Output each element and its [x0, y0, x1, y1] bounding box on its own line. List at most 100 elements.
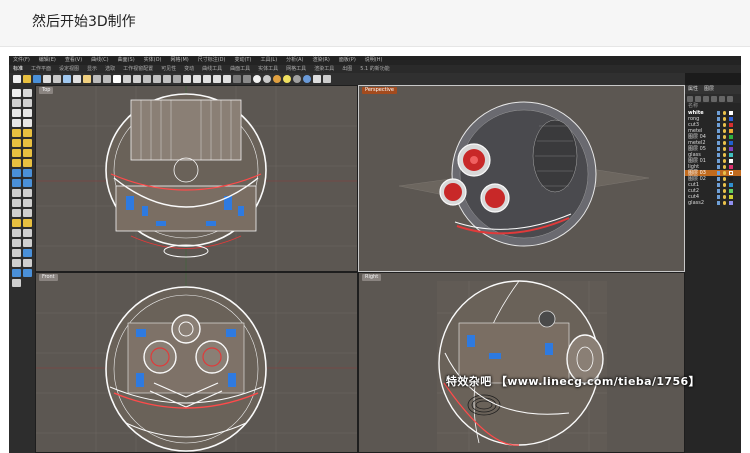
zoom-icon[interactable] [143, 75, 151, 83]
lock-icon[interactable] [717, 111, 720, 115]
tool-loft-icon[interactable] [12, 139, 21, 147]
layer-color-swatch[interactable] [729, 165, 733, 169]
tool-explode-icon[interactable] [23, 229, 32, 237]
wireframe-sphere-icon[interactable] [253, 75, 261, 83]
lightbulb-icon[interactable] [723, 177, 726, 181]
tool-ungroup-icon[interactable] [23, 239, 32, 247]
tab-new-in-v5[interactable]: 5.1 的新功能 [360, 65, 390, 73]
move-layer-up-icon[interactable] [711, 95, 717, 102]
tool-join-icon[interactable] [12, 229, 21, 237]
tool-solid-sphere-icon[interactable] [23, 159, 32, 167]
tool-boolean-diff-icon[interactable] [23, 169, 32, 177]
lock-icon[interactable] [223, 75, 231, 83]
tool-hatch-icon[interactable] [23, 259, 32, 267]
menu-item-tools[interactable]: 工具(L) [260, 56, 277, 65]
tool-drafting-icon[interactable] [23, 269, 32, 277]
tool-select-icon[interactable] [12, 89, 21, 97]
tool-mirror-icon[interactable] [12, 209, 21, 217]
lock-icon[interactable] [717, 183, 720, 187]
tool-rotate-icon[interactable] [12, 199, 21, 207]
menu-item-surface[interactable]: 曲面(S) [118, 56, 135, 65]
layer-color-swatch[interactable] [729, 153, 733, 157]
import-icon[interactable] [53, 75, 61, 83]
tab-viewport-layout[interactable]: 工作视窗配置 [123, 65, 153, 73]
tab-properties[interactable]: 属性 [688, 85, 698, 94]
layer-icon[interactable] [233, 75, 241, 83]
layer-color-swatch[interactable] [729, 147, 733, 151]
lock-icon[interactable] [717, 177, 720, 181]
viewport-right[interactable]: Right [358, 272, 685, 453]
tool-surface-icon[interactable] [12, 129, 21, 137]
menu-item-curve[interactable]: 曲线(C) [91, 56, 108, 65]
tool-arc-icon[interactable] [12, 119, 21, 127]
tool-chamfer-icon[interactable] [23, 179, 32, 187]
menu-item-edit[interactable]: 编辑(E) [39, 56, 56, 65]
lightbulb-icon[interactable] [723, 123, 726, 127]
lightbulb-icon[interactable] [723, 141, 726, 145]
lightbulb-icon[interactable] [723, 111, 726, 115]
tool-polyline-icon[interactable] [23, 99, 32, 107]
options-icon[interactable] [313, 75, 321, 83]
material-icon[interactable] [293, 75, 301, 83]
lightbulb-icon[interactable] [723, 135, 726, 139]
tool-options-icon[interactable] [12, 279, 21, 287]
layer-row[interactable]: glass2 [685, 200, 741, 206]
tool-rectangle-icon[interactable] [23, 119, 32, 127]
tool-split-icon[interactable] [23, 219, 32, 227]
tab-display[interactable]: 显示 [87, 65, 97, 73]
open-file-icon[interactable] [23, 75, 31, 83]
menu-item-solid[interactable]: 实体(O) [144, 56, 162, 65]
zoom-window-icon[interactable] [153, 75, 161, 83]
viewport-top-label[interactable]: Top [39, 87, 54, 94]
layer-color-swatch[interactable] [729, 117, 733, 121]
tab-set-view[interactable]: 设定视图 [59, 65, 79, 73]
tab-cplanes[interactable]: 工作平面 [31, 65, 51, 73]
tool-array-icon[interactable] [23, 209, 32, 217]
tool-circle-icon[interactable] [23, 109, 32, 117]
tool-curve-icon[interactable] [12, 109, 21, 117]
viewport-perspective-label[interactable]: Perspective [362, 87, 397, 94]
layer-color-swatch[interactable] [729, 189, 733, 193]
paste-icon[interactable] [83, 75, 91, 83]
lightbulb-icon[interactable] [723, 183, 726, 187]
tool-boolean-union-icon[interactable] [12, 169, 21, 177]
lock-icon[interactable] [717, 201, 720, 205]
viewport-front-label[interactable]: Front [39, 274, 58, 281]
tab-mesh-tools[interactable]: 网格工具 [286, 65, 306, 73]
tool-fillet-icon[interactable] [12, 179, 21, 187]
four-view-icon[interactable] [183, 75, 191, 83]
undo-icon[interactable] [93, 75, 101, 83]
viewport-right-label[interactable]: Right [362, 274, 382, 281]
pan-icon[interactable] [123, 75, 131, 83]
tool-patch-icon[interactable] [23, 149, 32, 157]
layer-color-swatch[interactable] [729, 177, 733, 181]
lock-icon[interactable] [717, 189, 720, 193]
layer-color-swatch[interactable] [729, 195, 733, 199]
viewport-perspective[interactable]: Perspective [358, 85, 685, 272]
properties-icon[interactable] [243, 75, 251, 83]
lock-icon[interactable] [717, 153, 720, 157]
render-icon[interactable] [303, 75, 311, 83]
layer-color-swatch[interactable] [729, 159, 733, 163]
tool-move-icon[interactable] [12, 189, 21, 197]
tab-visibility[interactable]: 可见性 [161, 65, 176, 73]
tab-render-tools[interactable]: 渲染工具 [314, 65, 334, 73]
menu-item-view[interactable]: 查看(V) [65, 56, 82, 65]
tool-render-icon[interactable] [12, 269, 21, 277]
new-file-icon[interactable] [13, 75, 21, 83]
tab-surface-tools[interactable]: 曲面工具 [230, 65, 250, 73]
tool-trim-icon[interactable] [12, 219, 21, 227]
lightbulb-icon[interactable] [723, 171, 726, 175]
lightbulb-icon[interactable] [723, 195, 726, 199]
new-layer-icon[interactable] [687, 95, 693, 102]
tool-revolve-icon[interactable] [23, 139, 32, 147]
new-sublayer-icon[interactable] [695, 95, 701, 102]
tool-scale-icon[interactable] [23, 199, 32, 207]
tool-copy-icon[interactable] [23, 189, 32, 197]
menu-item-file[interactable]: 文件(F) [13, 56, 30, 65]
tab-select[interactable]: 选取 [105, 65, 115, 73]
zoom-extents-icon[interactable] [163, 75, 171, 83]
layer-color-swatch[interactable] [729, 123, 733, 127]
copy-icon[interactable] [73, 75, 81, 83]
tool-text-icon[interactable] [12, 259, 21, 267]
